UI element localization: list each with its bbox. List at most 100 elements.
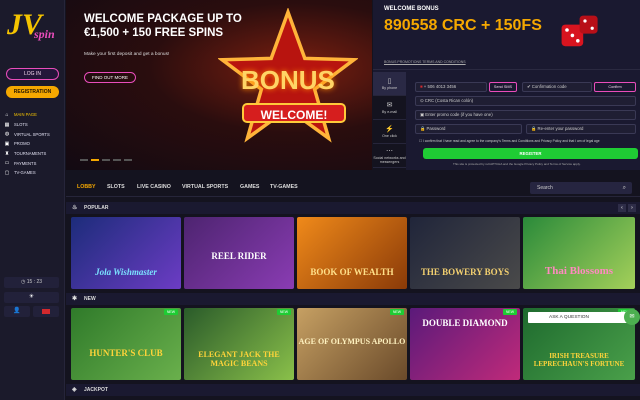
confirmation-code-field[interactable]: ✔ Confirmation code xyxy=(522,82,592,92)
tab-live-casino[interactable]: LIVE CASINO xyxy=(137,184,171,190)
game-title: Jola Wishmaster xyxy=(95,267,157,277)
language-button[interactable] xyxy=(33,306,59,317)
lightning-icon: ⚡ xyxy=(385,125,394,133)
gift-icon: ▣ xyxy=(4,140,10,147)
game-tile[interactable]: BOOK OF WEALTH xyxy=(297,217,407,289)
trophy-icon: ♜ xyxy=(4,150,10,157)
currency-value: CRC (Costa Rican colón) xyxy=(424,98,474,103)
user-icon: 👤 xyxy=(13,308,21,314)
game-title: BOOK OF WEALTH xyxy=(310,267,394,277)
section-title: NEW xyxy=(84,296,96,302)
carousel-dot[interactable] xyxy=(113,159,121,161)
dice-icon xyxy=(561,15,598,47)
tab-by-phone[interactable]: ▯ By phone xyxy=(373,72,406,96)
carousel-dot[interactable] xyxy=(124,159,132,161)
game-title: DOUBLE DIAMOND xyxy=(422,318,508,328)
sidebar: JV spin LOG IN REGISTRATION ⌂ MAIN PAGE ▦… xyxy=(0,0,65,400)
ball-icon: ◍ xyxy=(4,131,10,138)
game-tile[interactable]: THE BOWERY BOYS xyxy=(410,217,520,289)
welcome-bonus-amount: 890558 CRC + 150FS xyxy=(384,17,542,34)
send-sms-button[interactable]: Send SMS xyxy=(489,82,517,92)
carousel-dot[interactable] xyxy=(102,159,110,161)
arrow-left-icon[interactable]: ‹ xyxy=(618,204,626,212)
ask-question-button[interactable]: ASK A QUESTION ✉ xyxy=(528,309,640,325)
arrow-right-icon[interactable]: › xyxy=(628,204,636,212)
sidebar-item-slots[interactable]: ▦ SLOTS xyxy=(4,120,62,130)
promo-code-field[interactable]: ▣ Enter promo code (if you have one) xyxy=(415,110,636,120)
sidebar-item-payments[interactable]: ▭ PAYMENTS xyxy=(4,158,62,168)
sidebar-item-virtual-sports[interactable]: ◍ VIRTUAL SPORTS xyxy=(4,129,62,139)
sun-icon: ☀ xyxy=(28,294,35,300)
section-title: POPULAR xyxy=(84,205,109,211)
sidebar-item-label: TV-GAMES xyxy=(14,170,36,176)
phone-value: + 506 4013 3456 xyxy=(423,84,457,89)
tab-label: By e-mail xyxy=(382,109,397,114)
welcome-word: WELCOME! xyxy=(242,103,346,123)
carousel-dots xyxy=(80,159,132,161)
share-icon: ⋯ xyxy=(386,147,393,155)
search-input[interactable]: Search ⌕ xyxy=(530,182,632,194)
welcome-bonus-label: WELCOME BONUS xyxy=(384,6,439,12)
find-out-more-button[interactable]: FIND OUT MORE xyxy=(84,72,136,83)
game-tile[interactable]: NEW ELEGANT JACK THE MAGIC BEANS xyxy=(184,308,294,380)
login-button[interactable]: LOG IN xyxy=(6,68,59,80)
repassword-field[interactable]: 🔒 Re-enter your password xyxy=(526,124,636,134)
search-icon: ⌕ xyxy=(622,185,626,191)
currency-select[interactable]: ⊙ CRC (Costa Rican colón) xyxy=(415,96,636,106)
new-badge: NEW xyxy=(164,309,178,315)
new-badge: NEW xyxy=(503,309,517,315)
sidebar-item-label: SLOTS xyxy=(14,122,28,128)
fire-icon: ♨ xyxy=(72,205,78,211)
tab-slots[interactable]: SLOTS xyxy=(107,184,125,190)
sidebar-item-tournaments[interactable]: ♜ TOURNAMENTS xyxy=(4,149,62,159)
recaptcha-notice: This site is protected by reCAPTCHA and … xyxy=(453,162,581,166)
carousel-dot[interactable] xyxy=(91,159,99,161)
home-icon: ⌂ xyxy=(5,111,9,118)
hero-banner[interactable]: WELCOME PACKAGE UP TO €1,500 + 150 FREE … xyxy=(66,0,372,170)
tab-virtual-sports[interactable]: VIRTUAL SPORTS xyxy=(182,184,228,190)
site-logo[interactable]: JV spin xyxy=(7,10,57,44)
section-arrows: ‹ › xyxy=(618,204,636,212)
tab-games[interactable]: GAMES xyxy=(240,184,259,190)
account-button[interactable]: 👤 xyxy=(4,306,30,317)
tab-one-click[interactable]: ⚡ One click xyxy=(373,120,406,144)
terms-checkbox[interactable]: ☐ I confirm that I have read and agree t… xyxy=(419,139,600,143)
registration-panel: WELCOME BONUS 890558 CRC + 150FS BONUS P… xyxy=(373,0,640,170)
carousel-dot[interactable] xyxy=(80,159,88,161)
game-tile[interactable]: NEW AGE OF OLYMPUS APOLLO xyxy=(297,308,407,380)
registration-button[interactable]: REGISTRATION xyxy=(6,86,59,98)
game-tile[interactable]: Thai Blossoms xyxy=(523,217,635,289)
game-title: THE BOWERY BOYS xyxy=(420,267,510,277)
chat-icon: ✉ xyxy=(624,309,640,325)
game-title: HUNTER'S CLUB xyxy=(89,348,163,358)
sidebar-item-main-page[interactable]: ⌂ MAIN PAGE xyxy=(4,110,62,120)
ask-question-label: ASK A QUESTION xyxy=(549,315,589,320)
sidebar-item-tv-games[interactable]: ▢ TV-GAMES xyxy=(4,168,62,178)
phone-field[interactable]: ■ + 506 4013 3456 xyxy=(415,82,487,92)
tab-lobby[interactable]: LOBBY xyxy=(77,184,96,190)
tab-social-networks[interactable]: ⋯ Social networks and messengers xyxy=(373,144,406,168)
game-tile[interactable]: NEW HUNTER'S CLUB xyxy=(71,308,181,380)
sidebar-nav: ⌂ MAIN PAGE ▦ SLOTS ◍ VIRTUAL SPORTS ▣ PROMO… xyxy=(4,110,62,178)
repassword-placeholder: Re-enter your password xyxy=(537,126,584,131)
game-tile[interactable]: REEL RIDER xyxy=(184,217,294,289)
sidebar-item-promo[interactable]: ▣ PROMO xyxy=(4,139,62,149)
new-badge: NEW xyxy=(277,309,291,315)
sidebar-item-label: PROMO xyxy=(14,141,30,147)
clock-time: 15 : 23 xyxy=(26,279,43,285)
register-button[interactable]: REGISTER xyxy=(423,148,638,159)
registration-tabs: ▯ By phone ✉ By e-mail ⚡ One click ⋯ Social … xyxy=(373,72,406,170)
password-field[interactable]: 🔒 Password xyxy=(415,124,522,134)
password-placeholder: Password xyxy=(426,126,446,131)
tab-by-email[interactable]: ✉ By e-mail xyxy=(373,96,406,120)
bonus-terms-link[interactable]: BONUS PROMOTIONS TERMS AND CONDITIONS xyxy=(384,60,466,64)
game-tile[interactable]: Jola Wishmaster xyxy=(71,217,181,289)
confirm-button[interactable]: Confirm xyxy=(594,82,636,92)
tab-label: One click xyxy=(382,133,397,138)
terms-label: I confirm that I have read and agree to … xyxy=(422,139,600,143)
promo-placeholder: Enter promo code (if you have one) xyxy=(425,112,493,117)
game-tile[interactable]: NEW DOUBLE DIAMOND xyxy=(410,308,520,380)
tab-tv-games[interactable]: TV-GAMES xyxy=(270,184,298,190)
tab-label: By phone xyxy=(381,85,398,90)
theme-toggle[interactable]: ☀ xyxy=(4,292,59,303)
